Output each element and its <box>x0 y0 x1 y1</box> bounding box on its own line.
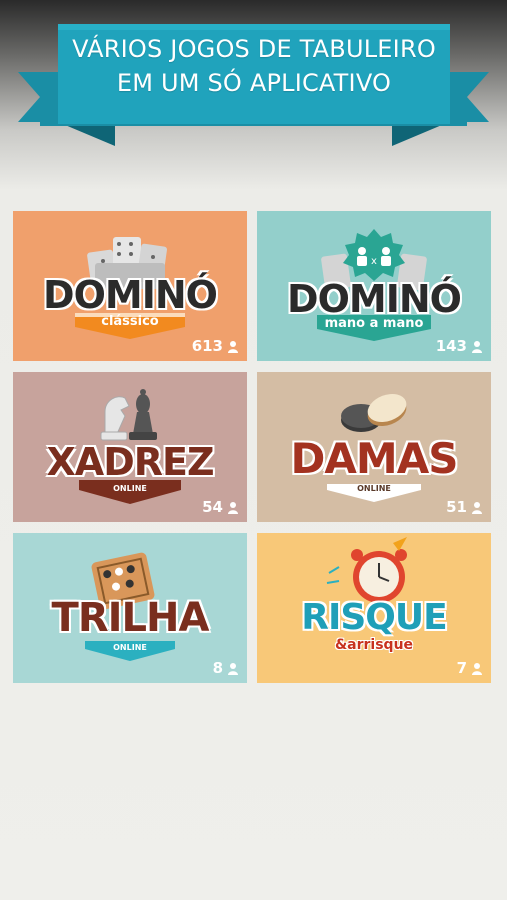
player-count: 143 <box>436 337 483 355</box>
person-icon <box>472 501 482 514</box>
svg-text:x: x <box>371 256 377 267</box>
game-subtitle: arrisque <box>347 637 414 653</box>
game-title: RISQUE <box>301 597 447 638</box>
game-title: DOMINÓ <box>287 277 462 321</box>
person-icon <box>472 662 482 675</box>
game-card-damas[interactable]: DAMAS ONLINE 51 <box>257 372 491 522</box>
player-count-value: 54 <box>202 498 223 516</box>
person-icon <box>472 340 482 353</box>
player-count-value: 613 <box>191 337 223 355</box>
player-count-value: 143 <box>435 337 467 355</box>
player-count: 54 <box>202 498 239 516</box>
game-subtitle: clássico <box>101 314 159 329</box>
person-icon <box>228 340 238 353</box>
game-card-domino-mano-a-mano[interactable]: x DOMINÓ mano a mano 143 <box>257 211 491 361</box>
game-card-trilha[interactable]: TRILHA ONLINE 8 <box>13 533 247 683</box>
header-banner: VÁRIOS JOGOS DE TABULEIRO EM UM SÓ APLIC… <box>0 0 507 160</box>
banner-line-2: EM UM SÓ APLICATIVO <box>116 69 392 97</box>
player-count-value: 51 <box>446 498 467 516</box>
game-subtitle: mano a mano <box>324 316 424 331</box>
person-icon <box>228 501 238 514</box>
game-title: DAMAS <box>290 434 459 483</box>
banner-title: VÁRIOS JOGOS DE TABULEIRO EM UM SÓ APLIC… <box>58 32 450 100</box>
person-icon <box>228 662 238 675</box>
game-title: TRILHA <box>51 595 210 641</box>
game-subtitle: ONLINE <box>357 484 391 493</box>
game-card-xadrez[interactable]: XADREZ ONLINE 54 <box>13 372 247 522</box>
banner-line-1: VÁRIOS JOGOS DE TABULEIRO <box>72 35 436 63</box>
subtitle-ampersand: & <box>334 637 348 653</box>
game-subtitle: ONLINE <box>113 484 147 493</box>
player-count-value: 8 <box>212 659 223 677</box>
player-count: 7 <box>457 659 483 677</box>
player-count: 8 <box>213 659 239 677</box>
game-card-risque-arrisque[interactable]: RISQUE &arrisque 7 <box>257 533 491 683</box>
player-count-value: 7 <box>456 659 467 677</box>
game-title: XADREZ <box>46 440 214 484</box>
game-subtitle-wrap: &arrisque <box>257 637 491 653</box>
game-subtitle: ONLINE <box>113 643 147 652</box>
game-title: DOMINÓ <box>43 273 218 317</box>
player-count: 51 <box>446 498 483 516</box>
player-count: 613 <box>192 337 239 355</box>
game-card-domino-classico[interactable]: DOMINÓ clássico 613 <box>13 211 247 361</box>
